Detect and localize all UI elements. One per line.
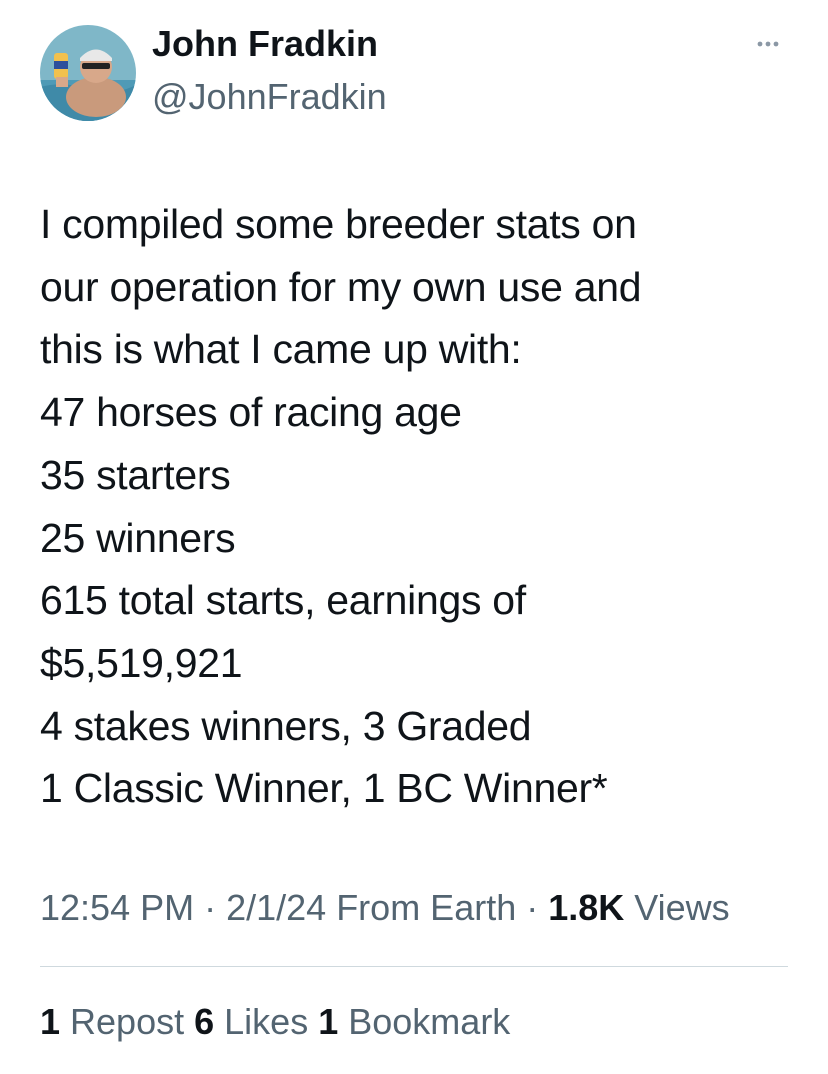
- bookmarks-count: 1: [318, 1001, 339, 1042]
- likes-stat[interactable]: 6 Likes: [194, 1001, 308, 1042]
- author-name[interactable]: John Fradkin: [152, 22, 378, 66]
- avatar[interactable]: [40, 25, 136, 121]
- meta-separator: ·: [194, 887, 227, 928]
- bookmarks-label: Bookmark: [338, 1001, 511, 1042]
- more-button[interactable]: [748, 28, 788, 58]
- reposts-label: Repost: [60, 1001, 185, 1042]
- likes-count: 6: [194, 1001, 215, 1042]
- views-count: 1.8K: [548, 887, 625, 928]
- views-label: Views: [624, 887, 730, 928]
- more-horizontal-icon: [757, 41, 779, 47]
- tweet-time[interactable]: 12:54 PM: [40, 887, 194, 928]
- engagement-stats: 1 Repost 6 Likes 1 Bookmark: [40, 998, 510, 1046]
- meta-separator: ·: [516, 887, 549, 928]
- tweet-text: I compiled some breeder stats on our ope…: [40, 201, 642, 812]
- avatar-image: [40, 25, 136, 121]
- divider: [40, 966, 788, 967]
- reposts-count: 1: [40, 1001, 61, 1042]
- bookmarks-stat[interactable]: 1 Bookmark: [318, 1001, 510, 1042]
- tweet-source: From Earth: [326, 887, 517, 928]
- tweet-meta: 12:54 PM · 2/1/24 From Earth · 1.8K View…: [40, 882, 800, 934]
- likes-label: Likes: [214, 1001, 309, 1042]
- tweet-date[interactable]: 2/1/24: [226, 887, 326, 928]
- reposts-stat[interactable]: 1 Repost: [40, 1001, 184, 1042]
- author-handle[interactable]: @JohnFradkin: [152, 75, 387, 119]
